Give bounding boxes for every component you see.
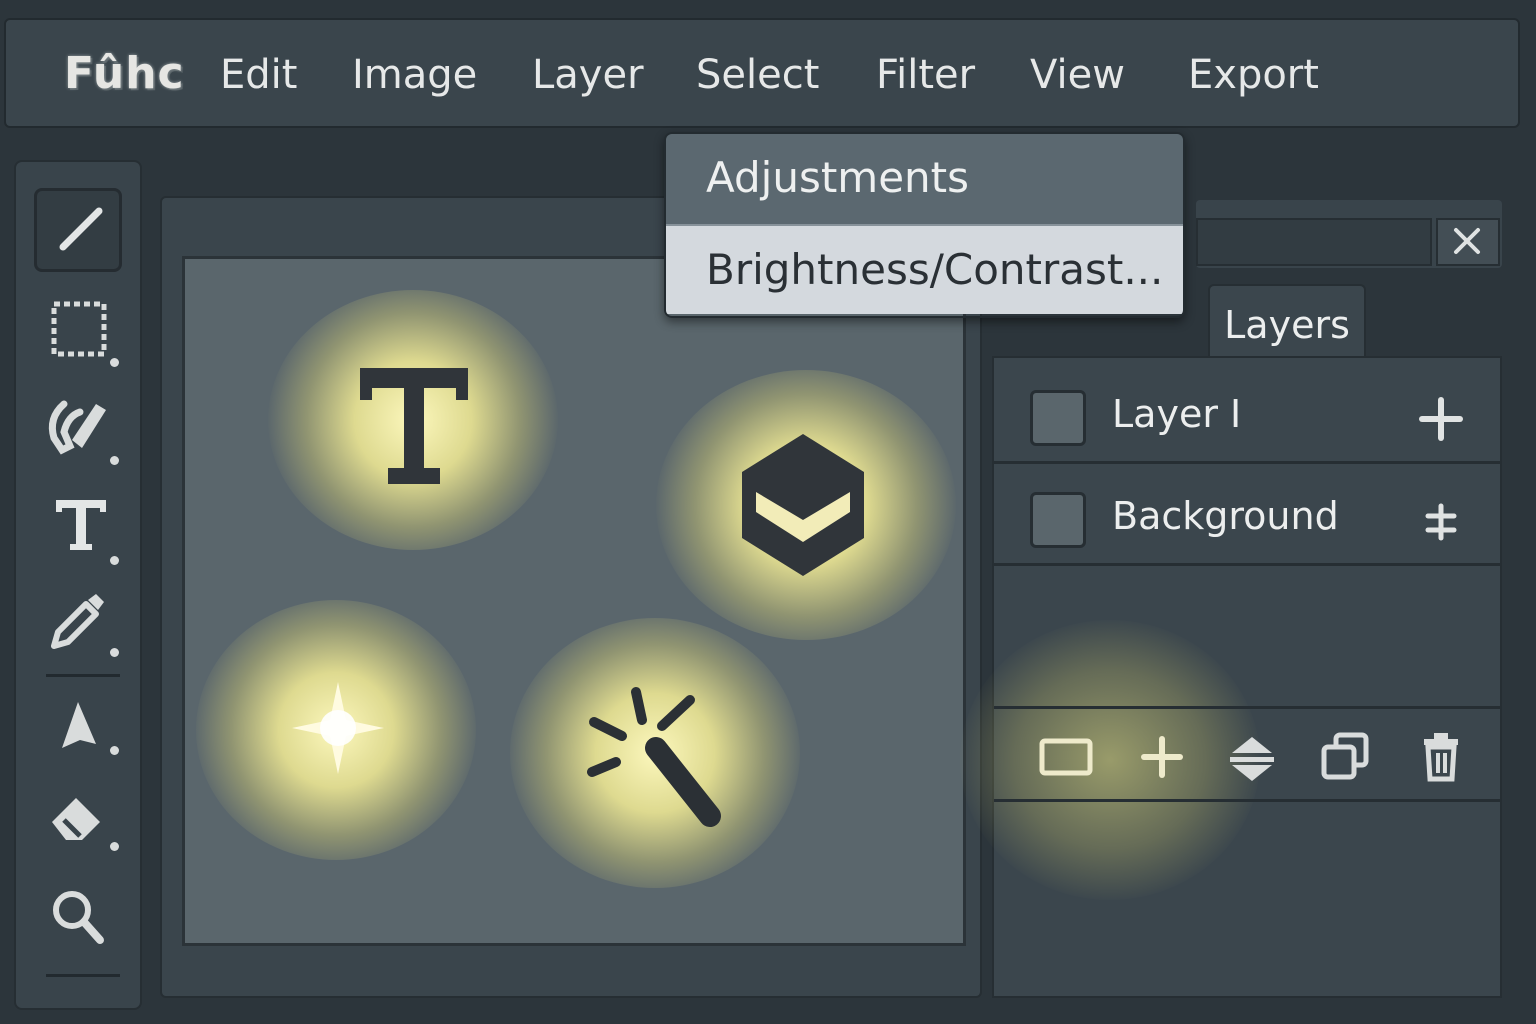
trash-icon <box>1424 733 1458 782</box>
menu-select[interactable]: Select <box>696 52 819 98</box>
tab-layers[interactable]: Layers <box>1208 284 1366 358</box>
zoom-icon <box>53 891 104 944</box>
layer-thumbnail <box>1030 492 1086 548</box>
merge-layers-button[interactable] <box>1224 729 1280 785</box>
brush-tool-button[interactable] <box>34 188 122 272</box>
layers-stack-icon <box>742 434 864 576</box>
magic-wand-icon <box>587 687 721 827</box>
marquee-tool-button[interactable] <box>34 296 124 380</box>
layer-name: Layer I <box>1112 392 1242 436</box>
dropdown-menu: Adjustments Brightness/Contrast... <box>664 132 1185 318</box>
marquee-select-icon <box>51 301 107 357</box>
brush-icon <box>59 207 103 251</box>
pen-tool-button[interactable] <box>34 690 124 774</box>
menu-filter[interactable]: Filter <box>876 52 975 98</box>
duplicate-layer-button[interactable] <box>1318 729 1374 785</box>
layer-thumbnail <box>1030 390 1086 446</box>
panel-close-button[interactable] <box>1436 218 1500 266</box>
adjust-icon <box>1425 503 1457 541</box>
text-icon <box>360 368 468 484</box>
toolbox-divider <box>46 674 120 677</box>
menu-export[interactable]: Export <box>1188 52 1319 98</box>
tool-flyout-indicator <box>110 456 119 465</box>
layer-name: Background <box>1112 494 1339 538</box>
tool-flyout-indicator <box>110 556 119 565</box>
menu-layer[interactable]: Layer <box>532 52 644 98</box>
toolbox-divider <box>46 974 120 977</box>
app-logo: Fûhc <box>64 48 185 99</box>
new-layer-icon <box>1039 738 1093 776</box>
image-editor-window: Fûhc Edit Image Layer Select Filter View… <box>0 0 1536 1024</box>
layer-add-button[interactable] <box>1414 392 1468 446</box>
tool-flyout-indicator <box>110 358 119 367</box>
layer-row[interactable]: Layer I <box>994 364 1500 464</box>
menu-item-adjustments[interactable]: Adjustments <box>666 134 1183 224</box>
new-layer-button[interactable] <box>1038 729 1094 785</box>
menu-view[interactable]: View <box>1030 52 1125 98</box>
eraser-icon <box>52 798 100 840</box>
add-icon <box>1141 736 1183 778</box>
add-layer-button[interactable] <box>1134 729 1190 785</box>
sparkle-icon <box>292 682 384 774</box>
eyedropper-icon <box>51 594 104 649</box>
close-icon <box>1454 228 1480 254</box>
layers-panel-footer <box>994 706 1500 802</box>
tool-flyout-indicator <box>110 746 119 755</box>
eyedropper-tool-button[interactable] <box>34 588 124 672</box>
delete-layer-button[interactable] <box>1414 729 1470 785</box>
tool-flyout-indicator <box>110 648 119 657</box>
layer-row[interactable]: Background <box>994 466 1500 566</box>
menu-image[interactable]: Image <box>352 52 477 98</box>
menu-item-brightness-contrast[interactable]: Brightness/Contrast... <box>666 224 1183 314</box>
layer-adjust-button[interactable] <box>1414 494 1468 548</box>
zoom-tool-button[interactable] <box>34 882 124 966</box>
panel-name-field[interactable] <box>1196 218 1432 266</box>
menu-edit[interactable]: Edit <box>220 52 297 98</box>
duplicate-icon <box>1321 732 1369 780</box>
pen-tool-icon <box>62 702 96 748</box>
add-icon <box>1419 397 1463 441</box>
tool-flyout-indicator <box>110 842 119 851</box>
eraser-tool-button[interactable] <box>34 784 124 868</box>
merge-icon <box>1230 737 1274 781</box>
